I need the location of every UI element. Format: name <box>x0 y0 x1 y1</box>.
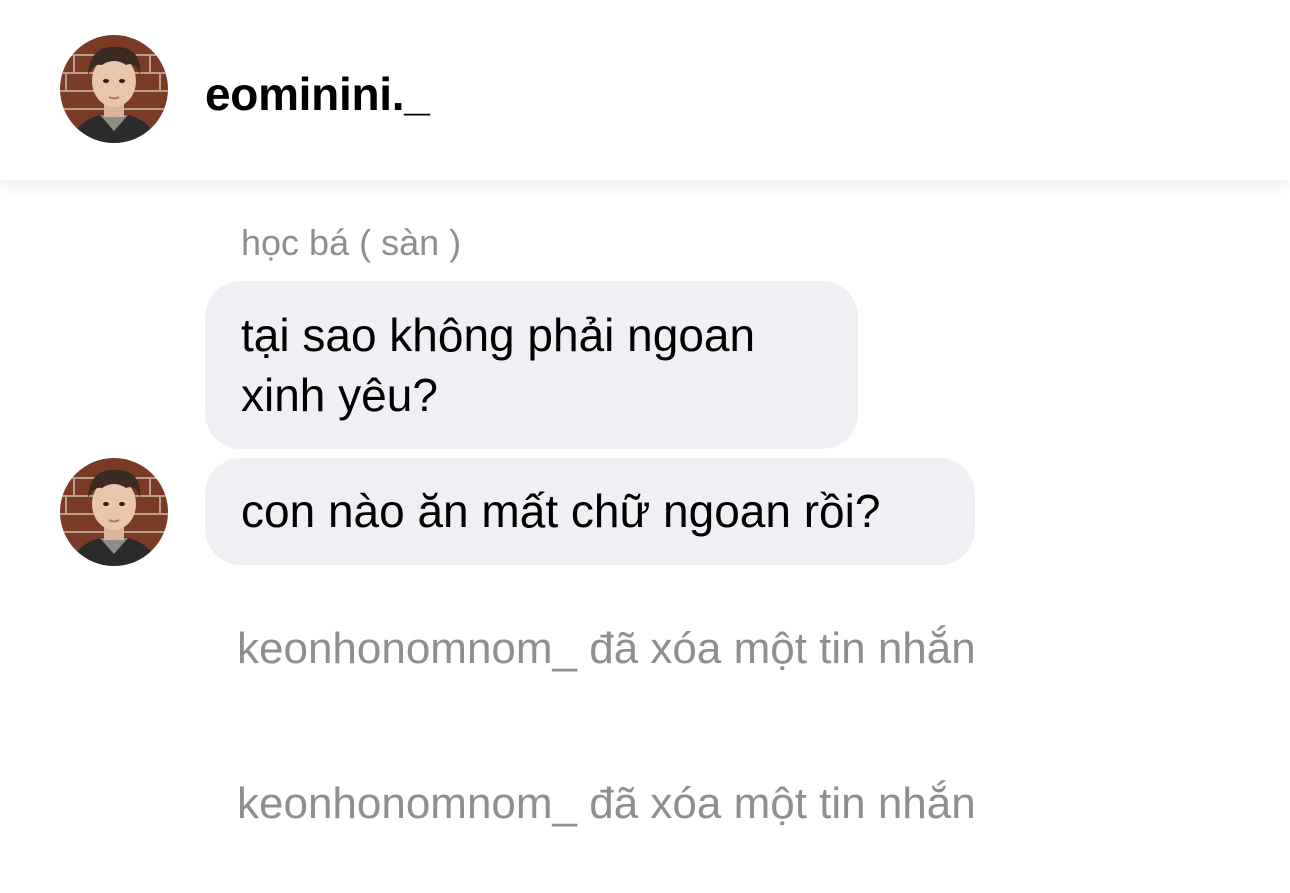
message-text-line: xinh yêu? <box>241 369 438 421</box>
message-text: con nào ăn mất chữ ngoan rồi? <box>241 485 881 537</box>
profile-photo-icon <box>60 458 168 566</box>
chat-header: eominini._ <box>0 0 1290 180</box>
message-text-line: tại sao không phải ngoan <box>241 309 756 361</box>
profile-photo-icon <box>60 35 168 143</box>
deleted-message-notice: keonhonomnom_ đã xóa một tin nhắn <box>237 779 976 828</box>
reply-context-label: học bá ( sàn ) <box>241 222 462 263</box>
message-thread: học bá ( sàn ) tại sao không phải ngoan … <box>0 180 1290 893</box>
message-bubble[interactable]: con nào ăn mất chữ ngoan rồi? <box>205 458 975 565</box>
deleted-message-notice: keonhonomnom_ đã xóa một tin nhắn <box>237 624 976 673</box>
sender-avatar[interactable] <box>60 458 168 566</box>
message-bubble[interactable]: tại sao không phải ngoan xinh yêu? <box>205 281 858 449</box>
header-username[interactable]: eominini._ <box>205 64 430 124</box>
header-avatar[interactable] <box>60 35 168 143</box>
